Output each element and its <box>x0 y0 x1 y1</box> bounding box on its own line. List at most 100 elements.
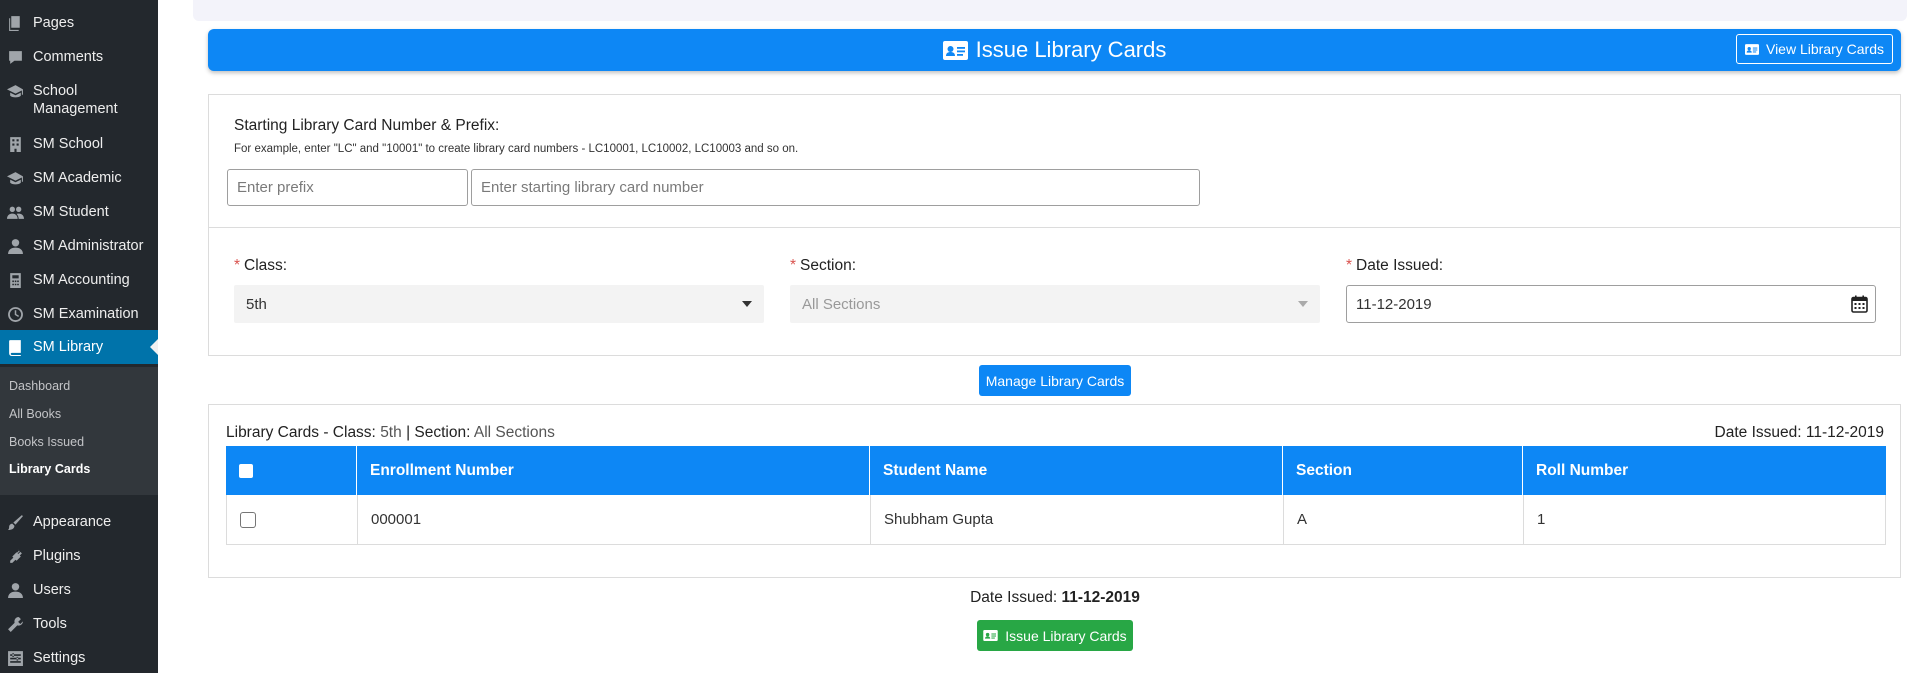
class-select[interactable]: 5th <box>234 285 764 323</box>
menu-item-sm-administrator[interactable]: SM Administrator <box>0 237 158 255</box>
column-header-roll-number: Roll Number <box>1536 461 1629 479</box>
submenu-item-library-cards[interactable]: Library Cards <box>9 462 90 476</box>
chevron-down-icon <box>742 301 752 307</box>
menu-item-sm-school[interactable]: SM School <box>0 135 158 153</box>
id-card-icon <box>1744 43 1759 55</box>
cell-student-name: Shubham Gupta <box>871 495 1284 544</box>
menu-item-label: SM Academic <box>33 170 122 186</box>
menu-item-label: SM Library <box>33 339 104 355</box>
menu-item-appearance[interactable]: Appearance <box>0 513 158 531</box>
select-all-cell <box>226 446 357 495</box>
issue-library-cards-label: Issue Library Cards <box>1005 627 1127 644</box>
active-menu-arrow <box>150 339 158 355</box>
menu-item-school-management[interactable]: School Management <box>0 82 130 118</box>
users-icon <box>5 203 25 221</box>
id-card-icon <box>983 630 999 641</box>
page: Pages Comments School Management SM Scho… <box>0 0 1917 673</box>
menu-item-sm-academic[interactable]: SM Academic <box>0 169 158 187</box>
menu-item-sm-accounting[interactable]: SM Accounting <box>0 271 158 289</box>
column-header-section: Section <box>1283 446 1523 495</box>
required-mark: * <box>1346 257 1353 274</box>
clock-icon <box>5 305 25 323</box>
row-select-cell <box>227 495 358 544</box>
submenu-item-all-books[interactable]: All Books <box>9 407 61 421</box>
menu-item-label: Plugins <box>33 548 81 564</box>
section-select-value: All Sections <box>802 295 881 313</box>
menu-item-sm-student[interactable]: SM Student <box>0 203 158 221</box>
view-library-cards-label: View Library Cards <box>1765 41 1884 57</box>
class-select-value: 5th <box>246 295 267 313</box>
calculator-icon <box>5 271 25 289</box>
prefix-hint-text: For example, enter "LC" and "10001" to c… <box>234 143 799 155</box>
library-submenu: Dashboard All Books Books Issued Library… <box>0 367 158 495</box>
issue-library-cards-button[interactable]: Issue Library Cards <box>977 620 1133 651</box>
starting-card-number-input[interactable] <box>471 169 1200 206</box>
menu-item-label: SM Examination <box>33 306 139 322</box>
menu-item-label: Tools <box>33 616 67 632</box>
menu-item-tools[interactable]: Tools <box>0 615 158 633</box>
class-label: * Class: <box>234 257 288 274</box>
paintbrush-icon <box>5 513 25 531</box>
id-card-icon <box>942 40 968 60</box>
date-issued-input[interactable]: 11-12-2019 <box>1346 285 1876 323</box>
menu-item-label: SM Student <box>33 204 109 220</box>
filters-panel: * Class: 5th * Section: All Sections * Date… <box>208 228 1901 356</box>
comments-icon <box>5 48 25 66</box>
prefix-input[interactable] <box>227 169 468 206</box>
menu-item-label: School Management <box>33 83 118 117</box>
row-checkbox[interactable] <box>240 511 256 528</box>
menu-item-label: Settings <box>33 650 86 666</box>
menu-item-label: Appearance <box>33 514 112 530</box>
menu-item-comments[interactable]: Comments <box>0 48 158 66</box>
view-library-cards-button[interactable]: View Library Cards <box>1735 34 1893 64</box>
plug-icon <box>5 547 25 565</box>
menu-item-settings[interactable]: Settings <box>0 649 158 667</box>
calendar-icon[interactable] <box>1851 295 1868 313</box>
menu-item-label: SM Accounting <box>33 272 130 288</box>
page-title-text: Issue Library Cards <box>975 37 1167 62</box>
cell-roll-number: 1 <box>1537 511 1546 528</box>
page-title: Issue Library Cards <box>208 29 1901 71</box>
chevron-down-icon <box>1298 301 1308 307</box>
date-issued-label: * Date Issued: <box>1346 257 1444 274</box>
table-date-value: 11-12-2019 <box>1805 424 1884 441</box>
menu-item-sm-examination[interactable]: SM Examination <box>0 305 158 323</box>
table-caption: Library Cards - Class: 5th | Section: Al… <box>226 424 555 441</box>
footer-date-value: 11-12-2019 <box>1061 589 1140 606</box>
manage-library-cards-button[interactable]: Manage Library Cards <box>979 365 1131 396</box>
required-mark: * <box>790 257 797 274</box>
admin-sidebar: Pages Comments School Management SM Scho… <box>0 0 158 673</box>
required-mark: * <box>234 257 241 274</box>
menu-item-plugins[interactable]: Plugins <box>0 547 158 565</box>
pages-icon <box>5 14 25 32</box>
section-select[interactable]: All Sections <box>790 285 1320 323</box>
column-header-enrollment: Enrollment Number <box>357 446 870 495</box>
caption-section-value: All Sections <box>473 424 555 441</box>
table-date-issued: Date Issued: 11-12-2019 <box>1714 424 1884 441</box>
menu-item-sm-library[interactable]: SM Library <box>0 330 158 364</box>
menu-item-label: SM Administrator <box>33 238 144 254</box>
column-header-student-name: Student Name <box>870 446 1283 495</box>
page-header-banner: Issue Library Cards View Library Cards <box>208 29 1901 71</box>
menu-item-label: Pages <box>33 15 75 31</box>
library-cards-table-panel: Library Cards - Class: 5th | Section: Al… <box>208 404 1901 578</box>
menu-item-pages[interactable]: Pages <box>0 14 158 32</box>
select-all-checkbox[interactable] <box>239 463 253 478</box>
cell-section: A <box>1284 495 1524 544</box>
menu-item-label: Comments <box>33 49 104 65</box>
table-row: 000001 Shubham Gupta A 1 <box>226 495 1886 545</box>
book-icon <box>5 338 25 356</box>
submenu-item-dashboard[interactable]: Dashboard <box>9 379 70 393</box>
top-panel-edge <box>193 0 1907 21</box>
date-issued-value: 11-12-2019 <box>1356 295 1432 313</box>
footer-date-issued: Date Issued: 11-12-2019 <box>970 589 1140 606</box>
wrench-icon <box>5 615 25 633</box>
table-header: Enrollment Number Student Name Section R… <box>226 446 1886 495</box>
settings-icon <box>5 649 25 667</box>
cell-enrollment: 000001 <box>358 495 871 544</box>
user-tie-icon <box>5 237 25 255</box>
menu-item-label: SM School <box>33 136 104 152</box>
submenu-item-books-issued[interactable]: Books Issued <box>9 435 84 449</box>
graduation-cap-icon <box>5 169 25 187</box>
card-number-prefix-panel: Starting Library Card Number & Prefix: F… <box>208 94 1901 228</box>
